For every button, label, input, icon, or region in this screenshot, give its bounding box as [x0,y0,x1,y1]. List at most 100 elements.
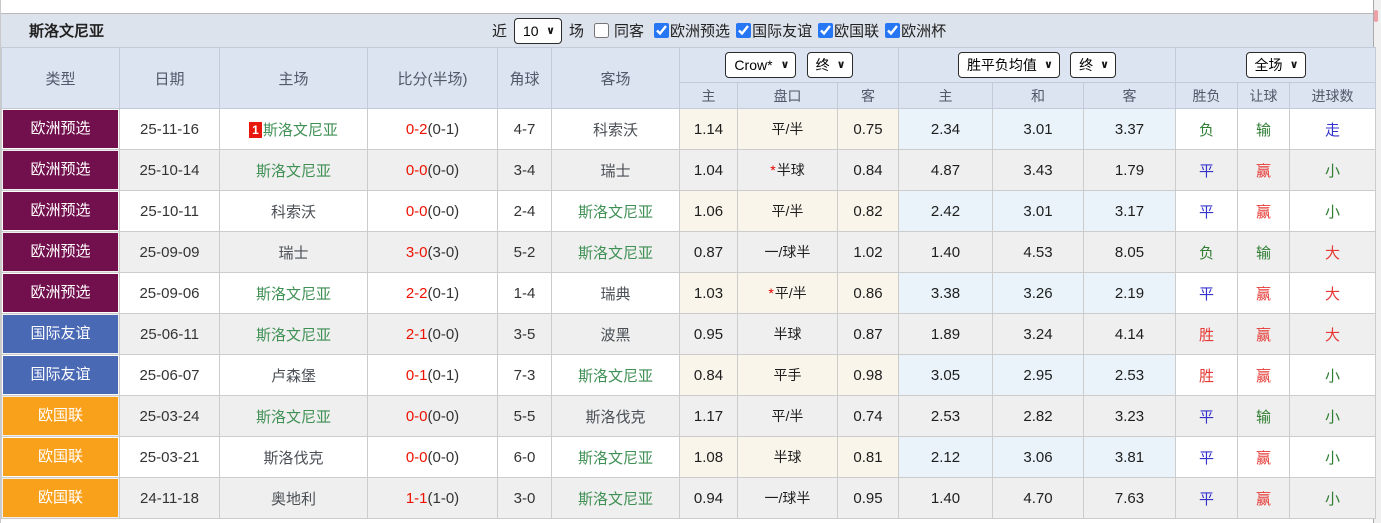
corners-cell: 5-5 [497,395,552,437]
handicap-result-cell: 赢 [1237,313,1291,355]
avg-away-cell: 2.53 [1083,354,1177,396]
odds-home-cell: 1.06 [679,190,738,232]
odds-stage-select-wrap: 终 ∨ [806,52,853,78]
avg-odds-select[interactable]: 胜平负均值 [957,52,1060,78]
odds-stage-select[interactable]: 终 [806,52,853,78]
same-away-checkbox[interactable] [594,23,610,38]
home-team-name[interactable]: 斯洛文尼亚 [256,163,331,180]
scope-select[interactable]: 全场 [1245,52,1306,78]
subcol-odds-away: 客 [836,82,900,109]
corners-cell: 1-4 [497,272,552,314]
scope-select-wrap: 全场 ∨ [1245,52,1306,78]
handicap-cell: 平/半 [737,190,838,232]
filter-checkbox-nations-league[interactable] [818,23,834,38]
filter-checkbox-euro-cup[interactable] [885,23,901,38]
halftime-score: (0-0) [427,448,460,466]
away-team-name[interactable]: 斯洛伐克 [585,409,645,426]
score-cell: 0-2(0-1) [367,108,498,150]
handicap-text: 一/球半 [764,490,811,506]
away-team-cell: 瑞典 [551,272,680,314]
away-team-cell: 斯洛文尼亚 [551,436,680,478]
filter-checkbox-euro-qualifier[interactable] [654,23,670,38]
fulltime-score: 0-0 [405,202,428,220]
fulltime-score: 0-0 [405,407,428,425]
avg-draw-cell: 3.01 [992,108,1085,150]
corners-cell: 7-3 [497,354,552,396]
handicap-text: 一/球半 [764,244,811,260]
handicap-cell: 半球 [737,436,838,478]
match-type-cell: 欧国联 [1,477,120,519]
avg-home-cell: 3.05 [898,354,994,396]
away-team-name[interactable]: 斯洛文尼亚 [578,204,653,221]
away-team-name[interactable]: 斯洛文尼亚 [578,368,653,385]
home-team-cell: 斯洛文尼亚 [219,313,368,355]
col-header-home: 主场 [219,47,368,109]
avg-home-cell: 3.38 [898,272,994,314]
fulltime-score: 0-1 [405,366,428,384]
table-row: 国际友谊 25-06-11 斯洛文尼亚 2-1(0-0) 3-5 波黑 0.95… [1,313,1377,355]
home-team-name[interactable]: 卢森堡 [271,368,316,385]
away-team-cell: 波黑 [551,313,680,355]
bookmaker-select-wrap: Crow* ∨ [725,52,797,78]
home-team-cell: 瑞士 [219,231,368,273]
odds-home-cell: 0.94 [679,477,738,519]
date-cell: 25-09-09 [119,231,220,273]
away-team-name[interactable]: 波黑 [600,327,630,344]
competition-badge: 欧洲预选 [3,233,118,271]
match-type-cell: 欧洲预选 [1,272,120,314]
fulltime-score: 0-2 [405,120,428,138]
goals-result-cell: 大 [1289,231,1377,273]
match-type-cell: 国际友谊 [1,354,120,396]
recent-count-select[interactable]: 10 [514,17,563,44]
home-team-name[interactable]: 科索沃 [271,204,316,221]
goals-result-cell: 小 [1289,395,1377,437]
home-team-cell: 科索沃 [219,190,368,232]
away-team-name[interactable]: 瑞士 [600,163,630,180]
avg-stage-select-wrap: 终 ∨ [1070,52,1117,78]
col-header-corners: 角球 [497,47,552,109]
away-team-cell: 斯洛文尼亚 [551,231,680,273]
recent-label: 近 [492,23,508,40]
table-row: 欧洲预选 25-09-06 斯洛文尼亚 2-2(0-1) 1-4 瑞典 1.03… [1,272,1377,314]
home-team-name[interactable]: 奥地利 [271,491,316,508]
score-cell: 3-0(3-0) [367,231,498,273]
corners-cell: 2-4 [497,190,552,232]
filter-label-nations-league: 欧国联 [834,23,880,40]
home-team-name[interactable]: 瑞士 [278,245,308,262]
fulltime-score: 2-2 [405,284,428,302]
avg-draw-cell: 2.95 [992,354,1085,396]
date-cell: 25-09-06 [119,272,220,314]
home-team-name[interactable]: 斯洛文尼亚 [256,409,331,426]
odds-home-cell: 1.04 [679,149,738,191]
table-row: 欧国联 25-03-21 斯洛伐克 0-0(0-0) 6-0 斯洛文尼亚 1.0… [1,436,1377,478]
corners-cell: 3-5 [497,313,552,355]
away-team-name[interactable]: 斯洛文尼亚 [578,450,653,467]
score-cell: 2-2(0-1) [367,272,498,314]
filter-checkbox-friendly[interactable] [736,23,752,38]
avg-draw-cell: 3.26 [992,272,1085,314]
filter-label-friendly: 国际友谊 [752,23,813,40]
handicap-text: 平/半 [771,121,804,137]
bookmaker-select[interactable]: Crow* [725,52,797,78]
competition-badge: 欧洲预选 [3,151,118,189]
handicap-cell: *半球 [737,149,838,191]
table-row: 欧洲预选 25-09-09 瑞士 3-0(3-0) 5-2 斯洛文尼亚 0.87… [1,231,1377,273]
subcol-odds-home: 主 [679,82,738,109]
home-team-name[interactable]: 斯洛文尼亚 [263,122,338,139]
home-team-name[interactable]: 斯洛伐克 [263,450,323,467]
away-team-name[interactable]: 斯洛文尼亚 [578,245,653,262]
home-team-name[interactable]: 斯洛文尼亚 [256,327,331,344]
avg-stage-select[interactable]: 终 [1070,52,1117,78]
result-cell: 平 [1175,436,1239,478]
home-team-name[interactable]: 斯洛文尼亚 [256,286,331,303]
match-type-cell: 欧洲预选 [1,231,120,273]
handicap-result-cell: 赢 [1237,149,1291,191]
home-team-cell: 斯洛文尼亚 [219,149,368,191]
away-team-name[interactable]: 科索沃 [593,122,638,139]
corners-cell: 5-2 [497,231,552,273]
handicap-text: 平手 [773,367,802,383]
away-team-name[interactable]: 瑞典 [600,286,630,303]
away-team-name[interactable]: 斯洛文尼亚 [578,491,653,508]
odds-home-cell: 0.95 [679,313,738,355]
handicap-cell: 半球 [737,313,838,355]
